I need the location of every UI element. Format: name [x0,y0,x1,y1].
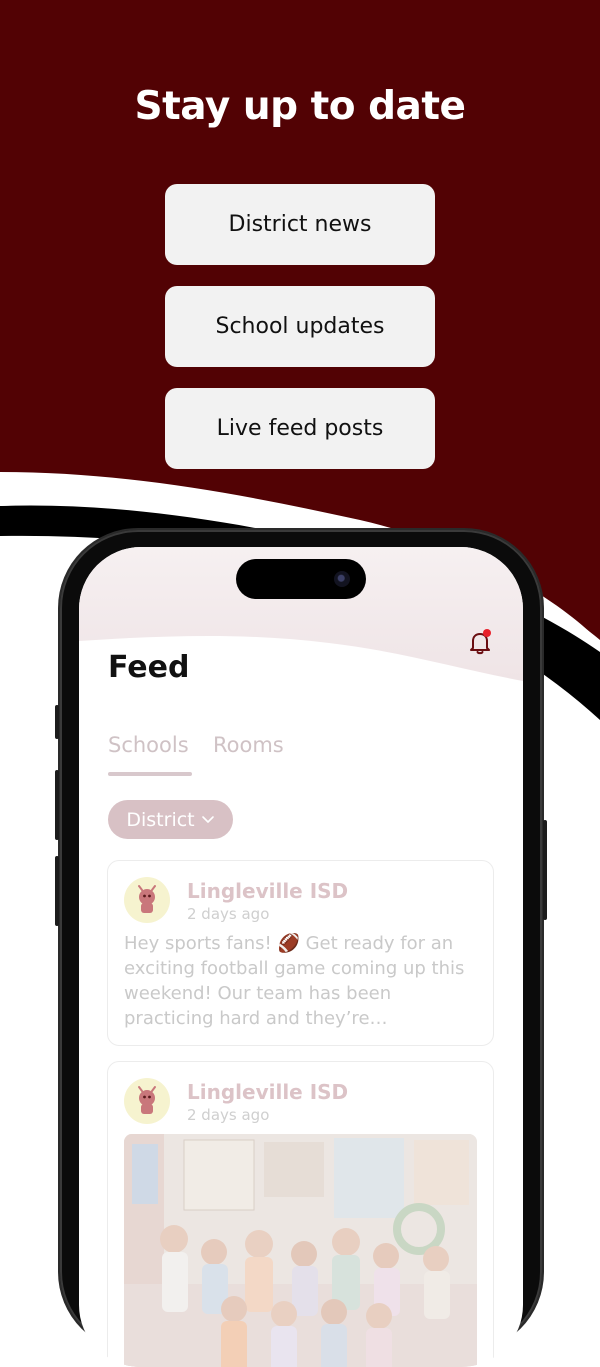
chevron-down-icon [201,815,214,823]
tab-schools[interactable]: Schools [108,733,189,757]
post-author: Lingleville ISD [187,1080,349,1104]
post-timestamp: 2 days ago [187,905,270,923]
district-filter-dropdown[interactable]: District [108,800,233,839]
phone-mockup: Feed Schools Rooms District Lingleville … [55,530,547,1367]
tab-rooms[interactable]: Rooms [213,733,284,757]
phone-volume-down-button [55,856,59,926]
feature-pill-district-news: District news [165,184,435,265]
feed-post-card[interactable]: Lingleville ISD 2 days ago Hey sports fa… [107,860,494,1046]
phone-volume-up-button [55,770,59,840]
camera-icon [334,571,350,587]
mascot-avatar-icon [124,1078,170,1124]
post-text: Hey sports fans! 🏈 Get ready for an exci… [124,933,465,1029]
phone-side-button [55,705,59,739]
phone-power-button [543,820,547,920]
feature-pill-school-updates: School updates [165,286,435,367]
mascot-avatar-icon [124,877,170,923]
active-tab-indicator [108,772,192,776]
bell-icon[interactable] [465,627,495,657]
phone-screen: Feed Schools Rooms District Lingleville … [79,547,523,1367]
post-timestamp: 2 days ago [187,1106,270,1124]
district-filter-label: District [126,808,195,831]
notification-dot [483,629,491,637]
dynamic-island [236,559,366,599]
page-title: Feed [108,650,190,685]
post-author: Lingleville ISD [187,879,349,903]
post-photo[interactable] [124,1134,477,1367]
feed-post-card[interactable]: Lingleville ISD 2 days ago [107,1061,494,1367]
feature-pill-live-feed-posts: Live feed posts [165,388,435,469]
headline: Stay up to date [134,84,466,129]
